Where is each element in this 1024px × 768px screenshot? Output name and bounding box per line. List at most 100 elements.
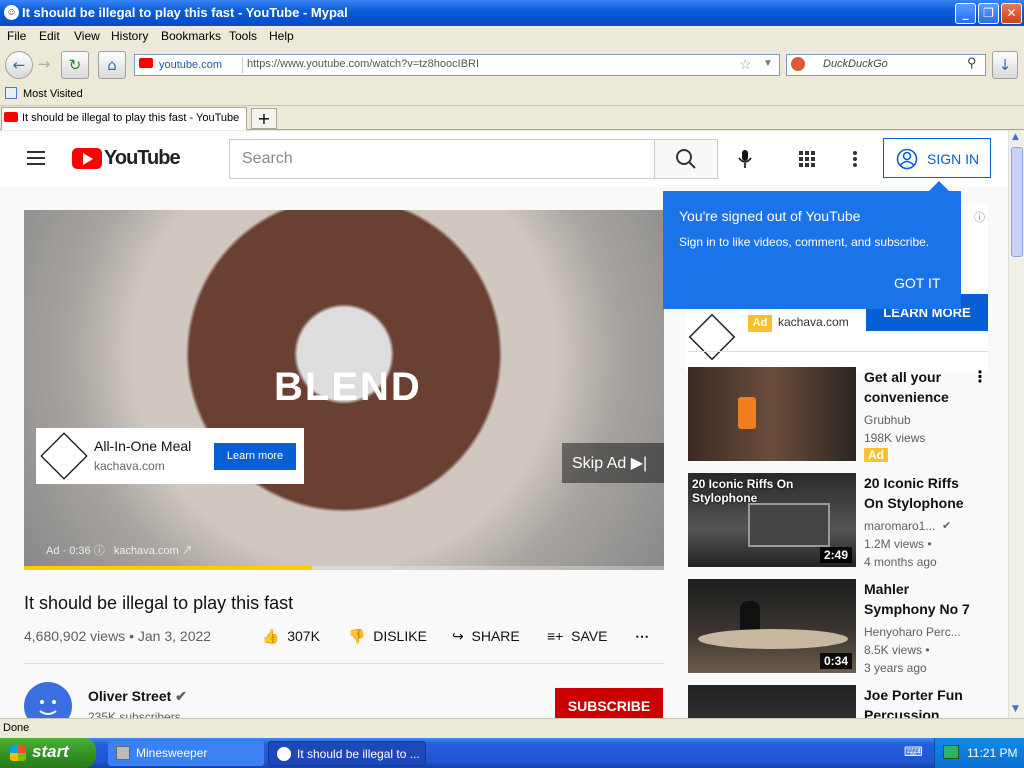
- url-bar[interactable]: youtube.com https://www.youtube.com/watc…: [134, 54, 780, 76]
- task-label: Minesweeper: [136, 746, 208, 760]
- scrollbar-thumb[interactable]: [1011, 147, 1023, 257]
- menu-bookmarks[interactable]: Bookmarks: [161, 29, 221, 43]
- recommendation-views: 8.5K views •: [864, 643, 930, 657]
- site-identity[interactable]: youtube.com: [137, 57, 243, 73]
- dropdown-icon[interactable]: ▼: [763, 58, 773, 69]
- youtube-search-input[interactable]: Search: [229, 139, 655, 179]
- apps-grid-icon[interactable]: [799, 151, 815, 167]
- more-options-icon[interactable]: ⋮: [972, 367, 988, 386]
- network-icon[interactable]: [943, 745, 959, 759]
- save-button[interactable]: ≡+ SAVE: [547, 628, 607, 644]
- youtube-play-icon: [72, 148, 102, 169]
- recommendation-item[interactable]: 0:34 Mahler Symphony No 7 Henyoharo Perc…: [688, 579, 988, 675]
- youtube-header: YouTube Search SIGN IN: [0, 131, 1008, 187]
- subscriber-count: 235K subscribers: [88, 710, 181, 718]
- clock[interactable]: 11:21 PM: [967, 746, 1017, 760]
- reload-button[interactable]: ↻: [61, 51, 89, 79]
- new-tab-button[interactable]: +: [251, 108, 277, 129]
- youtube-search-button[interactable]: [654, 139, 718, 179]
- hamburger-menu-icon[interactable]: [27, 151, 45, 165]
- menu-edit[interactable]: Edit: [39, 29, 60, 43]
- menu-history[interactable]: History: [111, 29, 148, 43]
- start-button[interactable]: start: [0, 738, 96, 768]
- sign-in-button[interactable]: SIGN IN: [883, 138, 991, 178]
- external-link-icon: ↗: [181, 545, 193, 557]
- more-options-icon[interactable]: [852, 150, 858, 168]
- recommendation-channel[interactable]: maromaro1...: [864, 519, 935, 533]
- tab-youtube[interactable]: It should be illegal to play this fast -…: [1, 107, 247, 130]
- minimize-button[interactable]: _: [955, 3, 976, 24]
- dislike-button[interactable]: 👎 DISLIKE: [348, 628, 427, 645]
- browser-app-icon: ☺: [4, 5, 19, 20]
- popup-text: Sign in to like videos, comment, and sub…: [679, 235, 930, 249]
- recommendation-channel[interactable]: Grubhub: [864, 413, 911, 427]
- ad-card-title: All-In-One Meal: [94, 438, 192, 454]
- video-thumbnail[interactable]: 0:34: [688, 579, 856, 673]
- taskbar-item-minesweeper[interactable]: Minesweeper: [108, 741, 264, 766]
- video-thumbnail[interactable]: [688, 367, 856, 461]
- recommendation-item[interactable]: Get all your convenience Grubhub 198K vi…: [688, 367, 988, 463]
- search-engine-bar[interactable]: DuckDuckGo ⚲: [786, 54, 986, 76]
- ad-domain[interactable]: kachava.com: [114, 545, 179, 557]
- maximize-button[interactable]: ❐: [978, 3, 999, 24]
- menu-file[interactable]: File: [7, 29, 26, 43]
- scroll-up-icon[interactable]: ▲: [1012, 132, 1019, 142]
- menu-view[interactable]: View: [74, 29, 100, 43]
- view-count: 4,680,902 views: [24, 628, 126, 644]
- task-label: It should be illegal to ...: [297, 747, 420, 761]
- recommendation-title[interactable]: Mahler Symphony No 7: [864, 579, 974, 619]
- more-actions-icon[interactable]: ⋯: [635, 628, 649, 645]
- got-it-button[interactable]: GOT IT: [894, 275, 940, 291]
- recommendation-title[interactable]: Joe Porter Fun Percussion: [864, 685, 974, 718]
- channel-name[interactable]: Oliver Street ✔: [88, 688, 187, 705]
- ad-card[interactable]: All-In-One Meal kachava.com Learn more: [36, 428, 304, 484]
- youtube-tab-icon: [4, 112, 18, 122]
- search-placeholder: DuckDuckGo: [823, 58, 888, 70]
- recommendation-item[interactable]: Joe Porter Fun Percussion: [688, 685, 988, 718]
- keyboard-icon[interactable]: ⌨: [904, 745, 923, 760]
- menu-help[interactable]: Help: [269, 29, 294, 43]
- taskbar-item-browser[interactable]: It should be illegal to ...: [268, 741, 426, 766]
- upload-date: Jan 3, 2022: [137, 628, 212, 644]
- recommendation-title[interactable]: 20 Iconic Riffs On Stylophone: [864, 473, 974, 513]
- home-button[interactable]: ⌂: [98, 51, 126, 79]
- info-icon[interactable]: ⓘ: [94, 545, 108, 557]
- page-scrollbar[interactable]: ▲ ▼: [1008, 131, 1024, 718]
- skip-ad-label: Skip Ad: [572, 455, 627, 472]
- recommendation-title[interactable]: Get all your convenience: [864, 367, 974, 407]
- window-titlebar: ☺ It should be illegal to play this fast…: [0, 0, 1024, 26]
- timpani-graphic: [698, 629, 848, 649]
- microphone-icon[interactable]: [737, 149, 753, 169]
- ad-badge: Ad: [864, 448, 888, 462]
- bookmark-most-visited[interactable]: Most Visited: [23, 88, 83, 100]
- like-button[interactable]: 👍 307K: [262, 628, 320, 645]
- page-viewport: YouTube Search SIGN IN BLEND All-In-One …: [0, 131, 1008, 718]
- recommendation-channel[interactable]: Henyoharo Perc...: [864, 625, 961, 639]
- menu-tools[interactable]: Tools: [229, 29, 257, 43]
- close-button[interactable]: ✕: [1001, 3, 1022, 24]
- like-count: 307K: [287, 628, 320, 644]
- ad-info-icon[interactable]: ⓘ: [974, 209, 985, 225]
- skip-ad-button[interactable]: Skip Ad ▶|: [562, 443, 664, 483]
- ad-site[interactable]: kachava.com: [778, 315, 849, 329]
- ad-timer: Ad · 0:36: [46, 545, 91, 557]
- sidebar-divider: [688, 351, 988, 352]
- back-button[interactable]: ←: [5, 51, 33, 79]
- video-player[interactable]: BLEND All-In-One Meal kachava.com Learn …: [24, 210, 664, 570]
- subscribe-button[interactable]: SUBSCRIBE: [555, 688, 663, 718]
- ad-card-site: kachava.com: [94, 459, 165, 473]
- share-button[interactable]: ↪ SHARE: [452, 628, 520, 645]
- ad-learn-more-button[interactable]: Learn more: [214, 443, 296, 470]
- ad-progress-bar[interactable]: [24, 566, 664, 570]
- video-thumbnail[interactable]: 20 Iconic Riffs On Stylophone 2:49: [688, 473, 856, 567]
- bookmark-star-icon[interactable]: ☆: [739, 56, 752, 73]
- search-icon[interactable]: ⚲: [967, 55, 977, 71]
- recommendation-item[interactable]: 20 Iconic Riffs On Stylophone 2:49 20 Ic…: [688, 473, 988, 569]
- forward-button[interactable]: →: [33, 51, 55, 79]
- video-thumbnail[interactable]: [688, 685, 856, 718]
- download-button[interactable]: ↓: [992, 51, 1018, 79]
- channel-avatar[interactable]: [24, 682, 72, 718]
- verified-icon: ✔: [942, 519, 952, 532]
- recommendation-age: 3 years ago: [864, 661, 927, 675]
- scroll-down-icon[interactable]: ▼: [1012, 704, 1019, 714]
